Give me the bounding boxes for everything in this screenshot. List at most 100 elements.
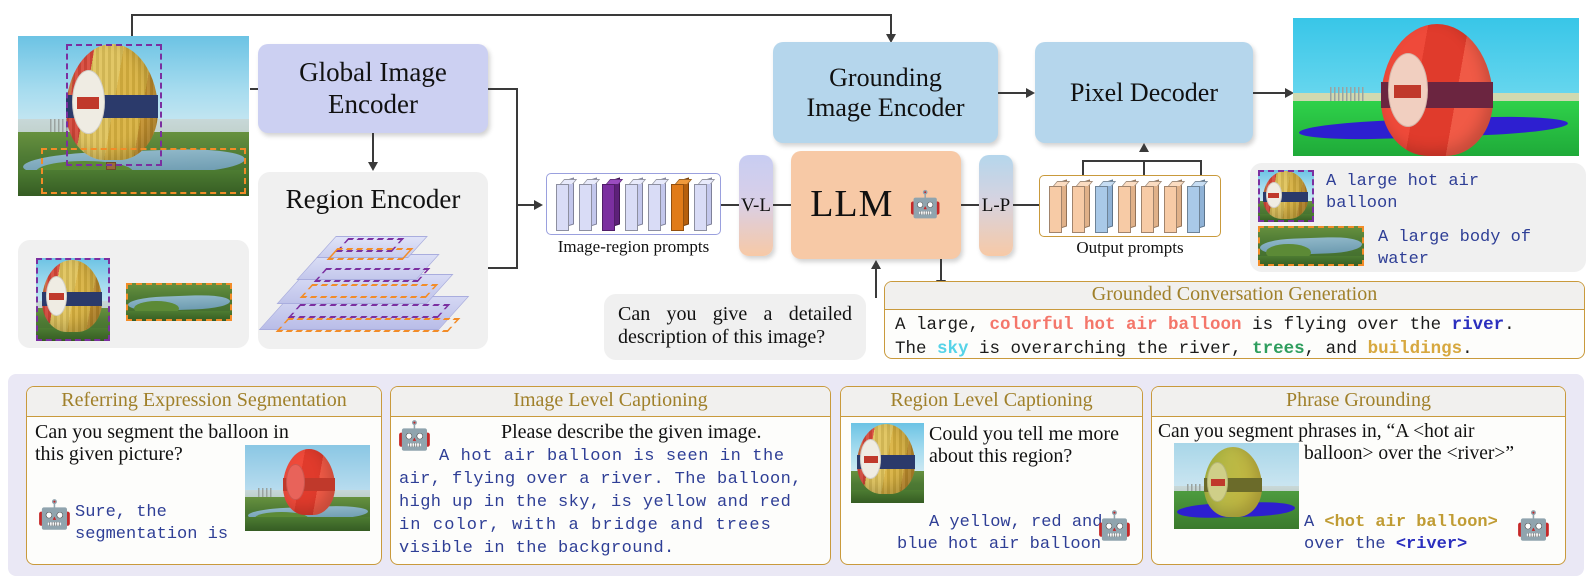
task-4-question-line1: Can you segment phrases in, “A <hot air — [1158, 421, 1475, 442]
task-3-region-image — [851, 423, 924, 503]
global-image-encoder-box[interactable]: Global Image Encoder — [258, 44, 488, 133]
task-3-question-line1: Could you tell me more — [929, 423, 1119, 445]
out-token-2 — [1072, 179, 1094, 233]
line-global-encoder-right — [488, 88, 517, 90]
line-grounding-to-pixel-decoder — [998, 92, 1028, 94]
task-4-grounded-image — [1174, 443, 1299, 529]
out-token-6 — [1164, 179, 1186, 233]
global-image-encoder-label-line1: Global Image — [299, 57, 447, 88]
bracket-top-output-prompts — [1082, 160, 1202, 162]
text-segment: . — [1462, 338, 1473, 359]
global-routing-line-right-down — [890, 14, 892, 36]
task-3-answer-line2: blue hot air balloon — [897, 535, 1102, 554]
token-5 — [648, 177, 670, 231]
task-4-title: Phrase Grounding — [1152, 387, 1565, 417]
region-caption-2-line2: water — [1378, 250, 1430, 269]
gcg-line-2: The sky is overarching the river, trees,… — [895, 338, 1574, 359]
text-segment: <hot air balloon> — [1324, 513, 1498, 532]
image-region-prompts-box[interactable] — [546, 173, 721, 235]
out-token-5 — [1141, 179, 1163, 233]
token-6 — [671, 177, 693, 231]
region-caption-1-line1: A large hot air — [1326, 172, 1480, 191]
out-token-4 — [1118, 179, 1140, 233]
token-2 — [579, 177, 601, 231]
line-pixel-decoder-to-output-image — [1253, 92, 1288, 94]
task-1-question-line2: this given picture? — [35, 443, 183, 465]
image-region-token-row — [556, 177, 716, 231]
text-segment: The — [895, 338, 938, 359]
output-prompts-box[interactable] — [1039, 175, 1221, 237]
pixel-decoder-label: Pixel Decoder — [1069, 77, 1218, 107]
line-global-to-region-encoder — [372, 133, 374, 164]
token-3 — [602, 177, 624, 231]
llm-label: LLM — [810, 183, 894, 226]
region-caption-2-line1: A large body of — [1378, 228, 1532, 247]
gcg-line-1: A large, colorful hot air balloon is fly… — [895, 314, 1574, 338]
task-2-answer-line4: in color, with a bridge and trees — [399, 516, 772, 535]
out-token-1 — [1049, 179, 1071, 233]
user-question-line2: description of this image? — [618, 326, 826, 348]
grounding-image-encoder-label-line2: Image Encoder — [806, 92, 965, 122]
task-card-phrase-grounding[interactable]: Phrase Grounding Can you segment phrases… — [1151, 386, 1566, 565]
text-segment: over the — [1304, 535, 1396, 554]
task-1-title: Referring Expression Segmentation — [27, 387, 381, 417]
task-4-question-line2: balloon> over the <river>” — [1304, 443, 1515, 464]
task-card-referring-expression-segmentation[interactable]: Referring Expression Segmentation Can yo… — [26, 386, 382, 565]
arrow-head-prompts-to-pixel — [1139, 143, 1149, 152]
region-caption-1-line2: balloon — [1326, 194, 1398, 213]
out-token-3 — [1095, 179, 1117, 233]
task-2-answer-line1: A hot air balloon is seen in the — [439, 447, 785, 466]
token-1 — [556, 177, 578, 231]
task-2-answer-line5: visible in the background. — [399, 539, 675, 558]
gcg-card-title: Grounded Conversation Generation — [885, 282, 1584, 310]
orange-region-box-on-input — [41, 148, 246, 194]
user-question-line1: Can you give a detailed — [618, 303, 852, 325]
line-region-bus-up — [516, 204, 518, 269]
text-segment: . — [1504, 315, 1515, 335]
task-card-region-level-captioning[interactable]: Region Level Captioning Could you tell m… — [840, 386, 1143, 565]
text-segment: buildings — [1367, 338, 1463, 359]
input-image — [18, 36, 249, 196]
task-1-question-line1: Can you segment the balloon in — [35, 421, 289, 443]
user-question-bubble: Can you give a detailed description of t… — [604, 294, 866, 360]
arrow-head-bus-to-prompts — [534, 200, 543, 210]
task-2-answer-line2: air, flying over a river. The balloon, — [399, 470, 802, 489]
grounding-image-encoder-box[interactable]: Grounding Image Encoder — [773, 42, 998, 143]
vl-projector-label: V-L — [741, 194, 771, 216]
line-question-to-llm — [875, 268, 877, 298]
token-7 — [694, 177, 716, 231]
arrow-head-grounding-to-pixel — [1026, 88, 1035, 98]
text-segment: sky — [937, 338, 969, 359]
task-3-answer-line1: A yellow, red and — [929, 513, 1103, 532]
text-segment: A — [1304, 513, 1325, 532]
arrow-head-global-to-region — [368, 162, 378, 171]
region-caption-thumb-river — [1258, 226, 1364, 266]
task-4-answer-line1: A <hot air balloon> — [1304, 513, 1498, 532]
image-region-prompts-label: Image-region prompts — [557, 237, 710, 256]
task-3-title: Region Level Captioning — [841, 387, 1142, 417]
text-segment: , and — [1304, 338, 1368, 359]
vl-projector-box[interactable]: V-L — [739, 155, 773, 256]
lp-projector-label: L-P — [981, 194, 1011, 216]
pixel-decoder-box[interactable]: Pixel Decoder — [1035, 42, 1253, 143]
region-encoder-label: Region Encoder — [285, 184, 461, 214]
text-segment: A large, — [895, 315, 990, 335]
global-routing-line-left-down — [131, 14, 133, 38]
task-1-answer-line2: segmentation is — [75, 525, 229, 544]
region-encoder-stack — [258, 224, 480, 342]
llm-box[interactable]: LLM 🤖 — [791, 151, 961, 259]
task-2-title: Image Level Captioning — [391, 387, 830, 417]
lp-projector-box[interactable]: L-P — [979, 155, 1013, 256]
robot-icon-task-4: 🤖 — [1516, 511, 1551, 542]
task-1-result-image — [245, 445, 370, 531]
task-card-image-level-captioning[interactable]: Image Level Captioning 🤖 Please describe… — [390, 386, 831, 565]
robot-icon-task-2: 🤖 — [397, 421, 432, 452]
line-lp-to-output-prompts — [1013, 204, 1039, 206]
out-token-7 — [1187, 179, 1209, 233]
text-segment: river — [1451, 315, 1505, 335]
task-2-question: Please describe the given image. — [501, 421, 762, 443]
task-2-answer-line3: high up in the sky, is yellow and red — [399, 493, 792, 512]
text-segment: trees — [1252, 338, 1305, 359]
global-image-encoder-label-line2: Encoder — [328, 88, 418, 119]
line-prompts-to-vl — [721, 204, 739, 206]
